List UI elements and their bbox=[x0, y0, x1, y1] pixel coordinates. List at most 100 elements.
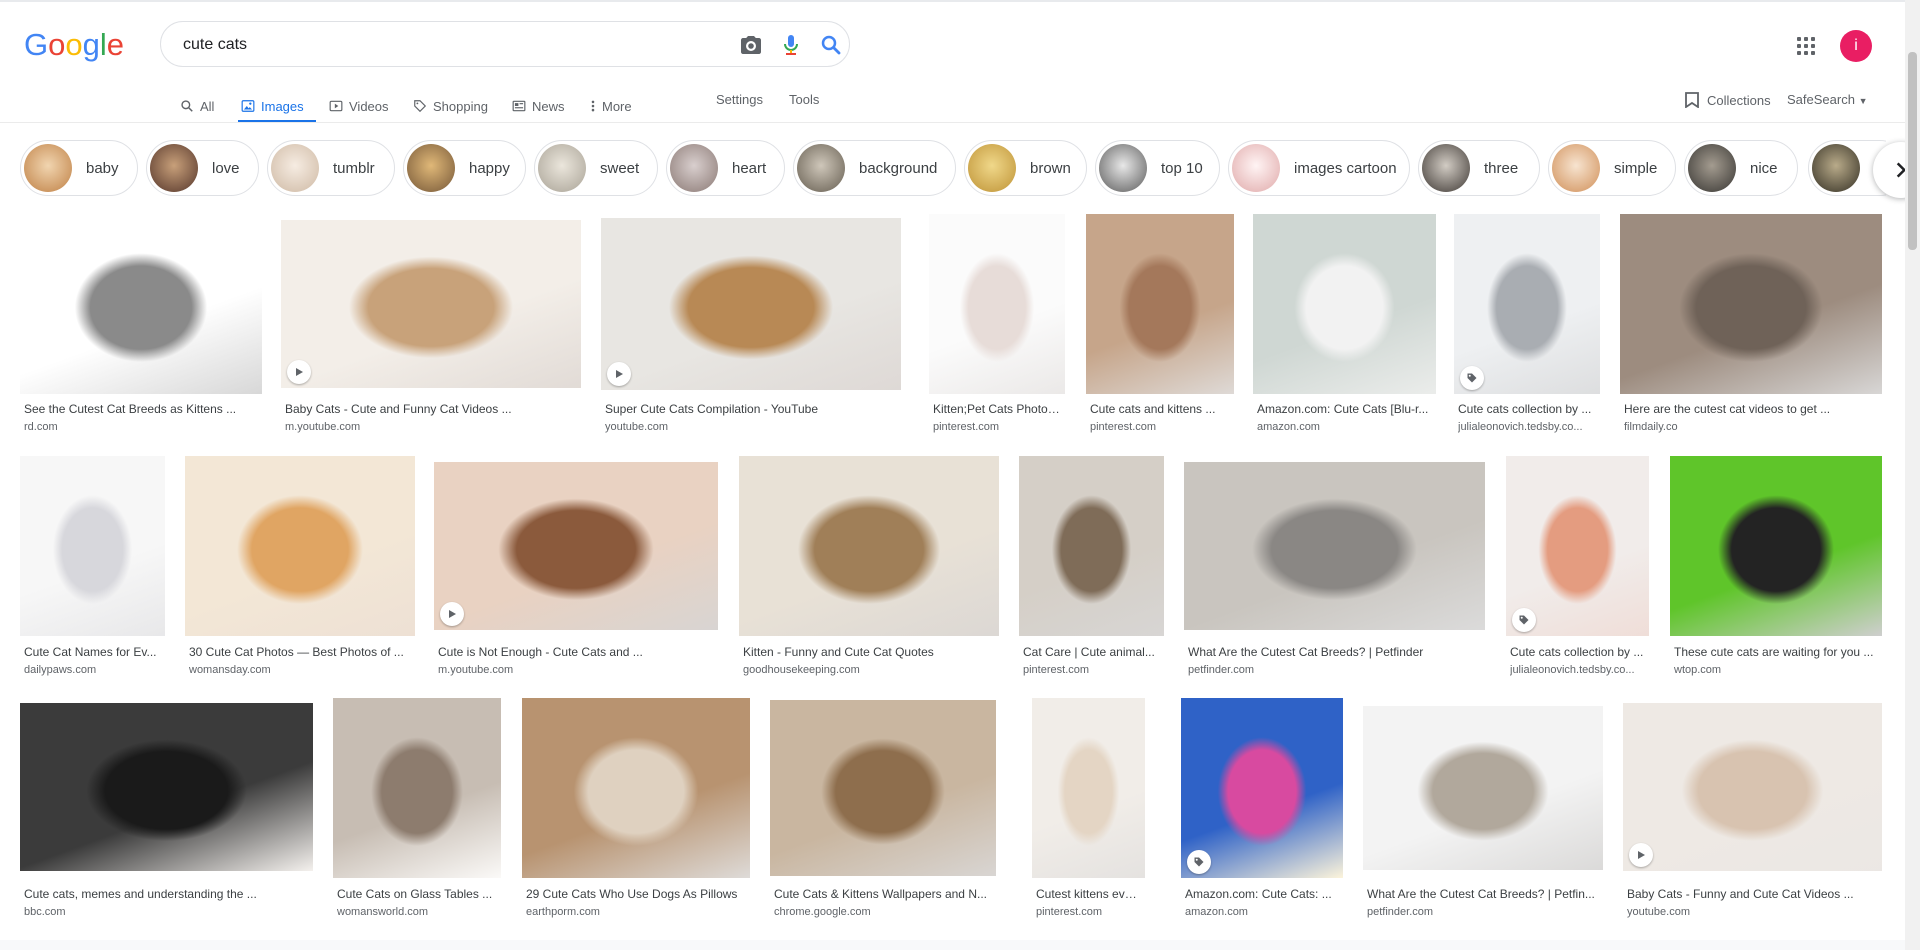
image-result[interactable]: Cute Cats & Kittens Wallpapers and N... c… bbox=[770, 700, 996, 922]
tab-videos[interactable]: Videos bbox=[329, 88, 389, 124]
result-title[interactable]: Cute cats collection by ... bbox=[1458, 402, 1598, 416]
result-title[interactable]: Cute is Not Enough - Cute Cats and ... bbox=[438, 645, 716, 659]
result-title[interactable]: 30 Cute Cat Photos — Best Photos of ... bbox=[189, 645, 413, 659]
result-source[interactable]: amazon.com bbox=[1185, 906, 1341, 918]
image-result[interactable]: Cute cats and kittens ... pinterest.com bbox=[1086, 214, 1234, 437]
scrollbar-thumb[interactable] bbox=[1908, 52, 1917, 250]
result-source[interactable]: goodhousekeeping.com bbox=[743, 664, 997, 676]
chip-brown[interactable]: brown bbox=[964, 140, 1087, 196]
chip-nice[interactable]: nice bbox=[1684, 140, 1798, 196]
image-result[interactable]: Baby Cats - Cute and Funny Cat Videos ..… bbox=[281, 220, 581, 437]
chip-heart[interactable]: heart bbox=[666, 140, 785, 196]
image-result[interactable]: Cute Cats on Glass Tables ... womansworld… bbox=[333, 698, 501, 922]
image-result[interactable]: Cute is Not Enough - Cute Cats and ... m.… bbox=[434, 462, 718, 680]
result-source[interactable]: filmdaily.co bbox=[1624, 421, 1880, 433]
image-result[interactable]: Baby Cats - Funny and Cute Cat Videos ..… bbox=[1623, 703, 1882, 922]
result-thumbnail[interactable] bbox=[739, 456, 999, 636]
result-title[interactable]: Amazon.com: Cute Cats: ... bbox=[1185, 887, 1341, 901]
google-logo[interactable]: Google bbox=[24, 24, 124, 64]
result-thumbnail[interactable] bbox=[1086, 214, 1234, 394]
result-title[interactable]: Cute Cat Names for Ev... bbox=[24, 645, 163, 659]
result-thumbnail[interactable] bbox=[929, 214, 1065, 394]
image-result[interactable]: Cute Cat Names for Ev... dailypaws.com bbox=[20, 456, 165, 680]
chip-love[interactable]: love bbox=[146, 140, 259, 196]
result-thumbnail[interactable] bbox=[434, 462, 718, 630]
result-title[interactable]: Baby Cats - Cute and Funny Cat Videos ..… bbox=[285, 402, 579, 416]
result-thumbnail[interactable] bbox=[1620, 214, 1882, 394]
result-thumbnail[interactable] bbox=[770, 700, 996, 876]
settings-link[interactable]: Settings bbox=[716, 92, 763, 107]
collections-link[interactable]: Collections bbox=[1685, 92, 1771, 108]
chip-tumblr[interactable]: tumblr bbox=[267, 140, 395, 196]
result-source[interactable]: pinterest.com bbox=[1023, 664, 1162, 676]
result-thumbnail[interactable] bbox=[1184, 462, 1485, 630]
image-result[interactable]: Amazon.com: Cute Cats: ... amazon.com bbox=[1181, 698, 1343, 922]
result-title[interactable]: Here are the cutest cat videos to get ..… bbox=[1624, 402, 1880, 416]
image-result[interactable]: Kitten - Funny and Cute Cat Quotes goodho… bbox=[739, 456, 999, 680]
result-source[interactable]: bbc.com bbox=[24, 906, 311, 918]
result-title[interactable]: Super Cute Cats Compilation - YouTube bbox=[605, 402, 899, 416]
result-source[interactable]: pinterest.com bbox=[933, 421, 1063, 433]
result-source[interactable]: petfinder.com bbox=[1188, 664, 1483, 676]
result-title[interactable]: 29 Cute Cats Who Use Dogs As Pillows bbox=[526, 887, 748, 901]
result-source[interactable]: rd.com bbox=[24, 421, 260, 433]
result-source[interactable]: pinterest.com bbox=[1036, 906, 1143, 918]
result-source[interactable]: julialeonovich.tedsby.co... bbox=[1458, 421, 1598, 433]
avatar[interactable]: i bbox=[1840, 30, 1872, 62]
result-title[interactable]: Cute cats, memes and understanding the .… bbox=[24, 887, 311, 901]
result-title[interactable]: Kitten - Funny and Cute Cat Quotes bbox=[743, 645, 997, 659]
search-box[interactable] bbox=[160, 21, 850, 67]
result-title[interactable]: Cute cats and kittens ... bbox=[1090, 402, 1232, 416]
result-thumbnail[interactable] bbox=[1019, 456, 1164, 636]
image-result[interactable]: See the Cutest Cat Breeds as Kittens ...… bbox=[20, 214, 262, 437]
result-title[interactable]: What Are the Cutest Cat Breeds? | Petfin… bbox=[1367, 887, 1601, 901]
result-thumbnail[interactable] bbox=[281, 220, 581, 388]
image-result[interactable]: Cute cats collection by ... julialeonovic… bbox=[1506, 456, 1649, 680]
result-source[interactable]: chrome.google.com bbox=[774, 906, 994, 918]
chip-sweet[interactable]: sweet bbox=[534, 140, 658, 196]
image-result[interactable]: Super Cute Cats Compilation - YouTube you… bbox=[601, 218, 901, 437]
result-thumbnail[interactable] bbox=[1670, 456, 1882, 636]
chip-images-cartoon[interactable]: images cartoon bbox=[1228, 140, 1410, 196]
result-source[interactable]: dailypaws.com bbox=[24, 664, 163, 676]
image-result[interactable]: 30 Cute Cat Photos — Best Photos of ... w… bbox=[185, 456, 415, 680]
result-thumbnail[interactable] bbox=[1253, 214, 1436, 394]
image-result[interactable]: 29 Cute Cats Who Use Dogs As Pillows eart… bbox=[522, 698, 750, 922]
result-title[interactable]: Cute Cats on Glass Tables ... bbox=[337, 887, 499, 901]
result-title[interactable]: Baby Cats - Funny and Cute Cat Videos ..… bbox=[1627, 887, 1880, 901]
result-source[interactable]: m.youtube.com bbox=[438, 664, 716, 676]
result-thumbnail[interactable] bbox=[20, 703, 313, 871]
result-thumbnail[interactable] bbox=[601, 218, 901, 390]
chip-top-10[interactable]: top 10 bbox=[1095, 140, 1220, 196]
result-source[interactable]: petfinder.com bbox=[1367, 906, 1601, 918]
search-icon[interactable] bbox=[819, 33, 843, 57]
result-thumbnail[interactable] bbox=[185, 456, 415, 636]
result-title[interactable]: Cute cats collection by ... bbox=[1510, 645, 1647, 659]
result-title[interactable]: Cutest kittens ever, Cut... bbox=[1036, 887, 1143, 901]
apps-grid-icon[interactable] bbox=[1794, 34, 1818, 58]
result-title[interactable]: Amazon.com: Cute Cats [Blu-r... bbox=[1257, 402, 1434, 416]
result-thumbnail[interactable] bbox=[20, 456, 165, 636]
search-input[interactable] bbox=[181, 32, 685, 58]
result-source[interactable]: pinterest.com bbox=[1090, 421, 1232, 433]
image-result[interactable]: Kitten;Pet Cats Photogr... pinterest.com bbox=[929, 214, 1065, 437]
result-source[interactable]: wtop.com bbox=[1674, 664, 1880, 676]
result-source[interactable]: julialeonovich.tedsby.co... bbox=[1510, 664, 1647, 676]
result-thumbnail[interactable] bbox=[522, 698, 750, 878]
chip-simple[interactable]: simple bbox=[1548, 140, 1676, 196]
result-source[interactable]: womansworld.com bbox=[337, 906, 499, 918]
result-title[interactable]: What Are the Cutest Cat Breeds? | Petfin… bbox=[1188, 645, 1483, 659]
image-result[interactable]: What Are the Cutest Cat Breeds? | Petfin… bbox=[1363, 706, 1603, 922]
image-result[interactable]: These cute cats are waiting for you ... w… bbox=[1670, 456, 1882, 680]
image-result[interactable]: Here are the cutest cat videos to get ..… bbox=[1620, 214, 1882, 437]
tab-more[interactable]: More bbox=[590, 88, 632, 124]
image-result[interactable]: What Are the Cutest Cat Breeds? | Petfin… bbox=[1184, 462, 1485, 680]
result-thumbnail[interactable] bbox=[333, 698, 501, 878]
chip-happy[interactable]: happy bbox=[403, 140, 526, 196]
result-source[interactable]: womansday.com bbox=[189, 664, 413, 676]
result-source[interactable]: youtube.com bbox=[605, 421, 899, 433]
result-title[interactable]: These cute cats are waiting for you ... bbox=[1674, 645, 1880, 659]
image-result[interactable]: Cute cats collection by ... julialeonovic… bbox=[1454, 214, 1600, 437]
tab-news[interactable]: News bbox=[512, 88, 565, 124]
tab-all[interactable]: All bbox=[180, 88, 214, 124]
